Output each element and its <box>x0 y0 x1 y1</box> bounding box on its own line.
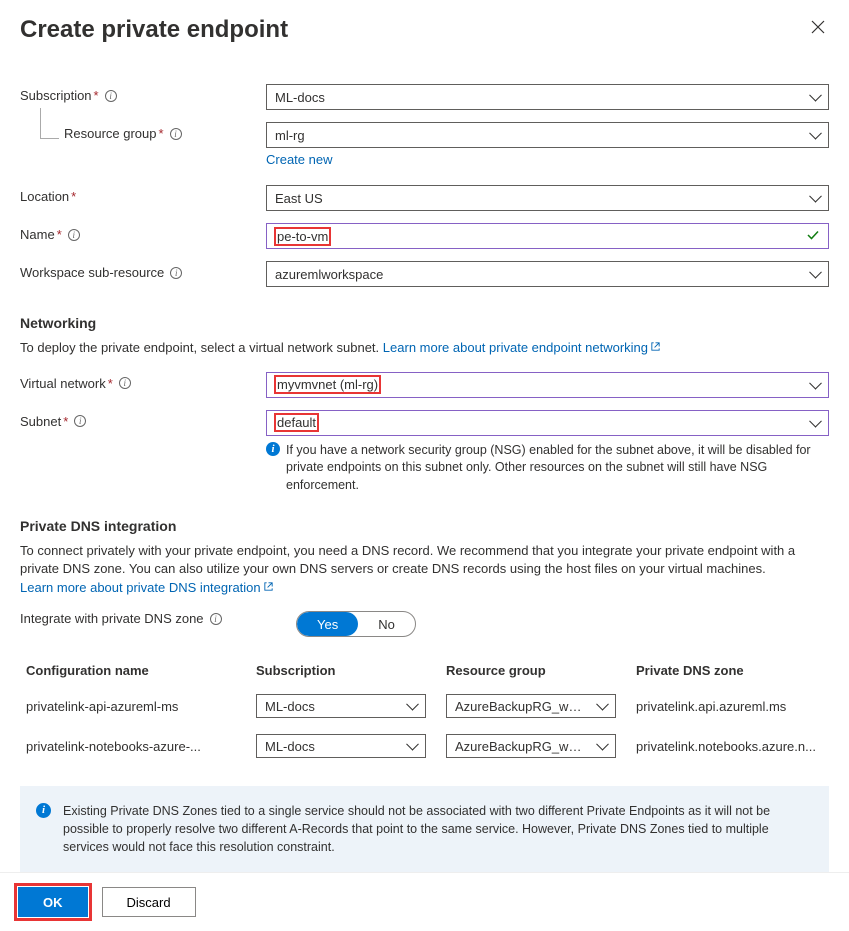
info-icon[interactable] <box>68 229 80 241</box>
subnet-dropdown[interactable]: default <box>266 410 829 436</box>
required-star: * <box>57 227 62 242</box>
dns-table-row: privatelink-api-azureml-ms ML-docs Azure… <box>20 686 829 726</box>
name-value: pe-to-vm <box>277 229 328 244</box>
subresource-value: azuremlworkspace <box>275 267 383 282</box>
dns-zone: privatelink.notebooks.azure.n... <box>636 739 823 754</box>
dns-header-rg: Resource group <box>446 663 636 678</box>
required-star: * <box>108 376 113 391</box>
dns-header-config: Configuration name <box>26 663 256 678</box>
info-icon[interactable] <box>170 128 182 140</box>
dns-rg-value: AzureBackupRG_westus_1 <box>455 739 585 754</box>
name-label: Name <box>20 227 55 242</box>
dns-header-zone: Private DNS zone <box>636 663 823 678</box>
dns-intro: To connect privately with your private e… <box>20 543 795 576</box>
resource-group-label: Resource group <box>64 126 157 141</box>
info-icon-filled <box>266 442 280 456</box>
info-icon[interactable] <box>105 90 117 102</box>
location-value: East US <box>275 191 323 206</box>
dns-sub-dropdown[interactable]: ML-docs <box>256 734 426 758</box>
dns-row-config: privatelink-notebooks-azure-... <box>26 739 256 754</box>
dns-zone: privatelink.api.azureml.ms <box>636 699 823 714</box>
dns-rg-value: AzureBackupRG_westus_1 <box>455 699 585 714</box>
dns-sub-value: ML-docs <box>265 699 315 714</box>
integrate-dns-label: Integrate with private DNS zone <box>20 611 204 626</box>
ok-highlight: OK <box>14 883 92 921</box>
subnet-value: default <box>277 415 316 430</box>
info-icon[interactable] <box>119 377 131 389</box>
name-input[interactable]: pe-to-vm <box>266 223 829 249</box>
networking-heading: Networking <box>20 315 829 331</box>
toggle-no[interactable]: No <box>358 612 415 636</box>
ok-button[interactable]: OK <box>18 887 88 917</box>
valid-check-icon <box>806 228 820 245</box>
dns-sub-value: ML-docs <box>265 739 315 754</box>
required-star: * <box>63 414 68 429</box>
subscription-dropdown[interactable]: ML-docs <box>266 84 829 110</box>
subscription-label: Subscription <box>20 88 92 103</box>
info-icon[interactable] <box>210 613 222 625</box>
external-link-icon <box>650 339 661 357</box>
vnet-value: myvmvnet (ml-rg) <box>277 377 378 392</box>
close-icon <box>811 20 825 34</box>
dns-header-sub: Subscription <box>256 663 446 678</box>
subresource-label: Workspace sub-resource <box>20 265 164 280</box>
location-label: Location <box>20 189 69 204</box>
create-new-link[interactable]: Create new <box>266 152 829 167</box>
dns-learn-more-link[interactable]: Learn more about private DNS integration <box>20 580 274 595</box>
close-button[interactable] <box>807 16 829 41</box>
integrate-dns-toggle[interactable]: Yes No <box>296 611 416 637</box>
page-title: Create private endpoint <box>20 16 288 44</box>
location-dropdown[interactable]: East US <box>266 185 829 211</box>
info-icon[interactable] <box>170 267 182 279</box>
dns-table-row: privatelink-notebooks-azure-... ML-docs … <box>20 726 829 766</box>
required-star: * <box>159 126 164 141</box>
subscription-value: ML-docs <box>275 90 325 105</box>
subresource-dropdown[interactable]: azuremlworkspace <box>266 261 829 287</box>
toggle-yes[interactable]: Yes <box>297 612 358 636</box>
subnet-label: Subnet <box>20 414 61 429</box>
dns-rg-dropdown[interactable]: AzureBackupRG_westus_1 <box>446 694 616 718</box>
resource-group-dropdown[interactable]: ml-rg <box>266 122 829 148</box>
dns-callout: Existing Private DNS Zones tied to a sin… <box>20 786 829 872</box>
resource-group-value: ml-rg <box>275 128 305 143</box>
dns-table: Configuration name Subscription Resource… <box>20 655 829 766</box>
dns-callout-text: Existing Private DNS Zones tied to a sin… <box>63 802 813 856</box>
required-star: * <box>71 189 76 204</box>
subnet-info-text: If you have a network security group (NS… <box>286 442 829 495</box>
networking-intro: To deploy the private endpoint, select a… <box>20 340 379 355</box>
dns-row-config: privatelink-api-azureml-ms <box>26 699 256 714</box>
discard-button[interactable]: Discard <box>102 887 196 917</box>
networking-learn-more-text: Learn more about private endpoint networ… <box>383 340 648 355</box>
info-icon[interactable] <box>74 415 86 427</box>
dns-heading: Private DNS integration <box>20 518 829 534</box>
networking-learn-more-link[interactable]: Learn more about private endpoint networ… <box>383 340 661 355</box>
dns-learn-more-text: Learn more about private DNS integration <box>20 580 261 595</box>
vnet-label: Virtual network <box>20 376 106 391</box>
external-link-icon <box>263 579 274 597</box>
required-star: * <box>94 88 99 103</box>
dns-sub-dropdown[interactable]: ML-docs <box>256 694 426 718</box>
dns-rg-dropdown[interactable]: AzureBackupRG_westus_1 <box>446 734 616 758</box>
vnet-dropdown[interactable]: myvmvnet (ml-rg) <box>266 372 829 398</box>
info-icon-filled <box>36 803 51 818</box>
